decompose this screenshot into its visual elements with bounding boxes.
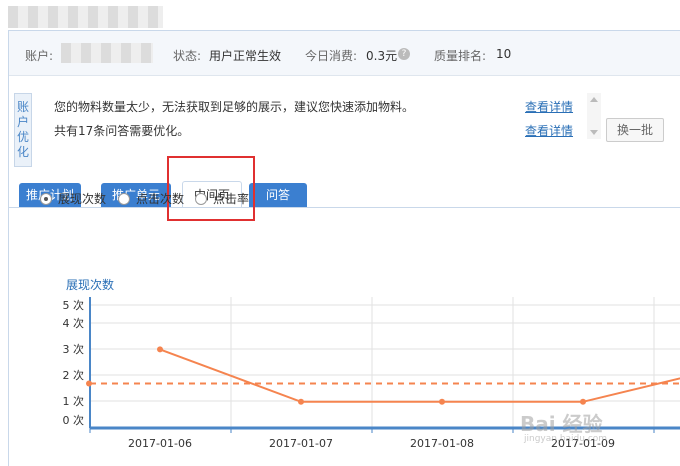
watermark-text: Bai 经验 <box>520 412 603 436</box>
y-tick-label: 0 次 <box>63 413 85 427</box>
data-point <box>298 398 304 405</box>
impressions-line-chart: 展现次数 0 次 1 次 2 次 3 次 4 次 5 次 2017-01-06 2017-01-… <box>63 277 680 450</box>
y-tick-label: 5 次 <box>63 298 85 312</box>
data-point <box>580 398 586 405</box>
y-axis-label: 展现次数 <box>66 277 114 292</box>
watermark-url: jingyan.baidu.com <box>524 434 608 444</box>
y-tick-label: 1 次 <box>63 394 85 408</box>
y-tick-label: 2 次 <box>63 368 85 382</box>
x-tick-label: 2017-01-06 <box>128 437 192 450</box>
data-point <box>439 398 445 405</box>
average-marker <box>86 380 92 387</box>
x-tick-label: 2017-01-08 <box>410 437 474 450</box>
x-tick-label: 2017-01-07 <box>269 437 333 450</box>
y-tick-label: 3 次 <box>63 342 85 356</box>
data-point <box>157 346 163 353</box>
y-tick-label: 4 次 <box>63 316 85 330</box>
series-line <box>159 348 680 403</box>
